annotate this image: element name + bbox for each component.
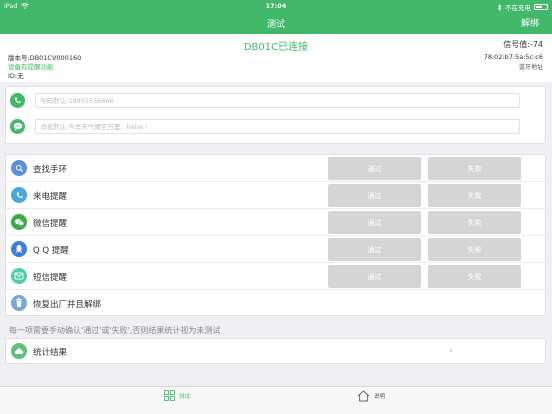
unbind-button[interactable]: 解绑 [521,16,539,29]
cloud-icon [11,343,27,359]
wechat-reminder-pass-button[interactable]: 通过 [328,211,421,234]
charging-status: 不在充电 [505,4,531,12]
status-bar: iPad 17:04 不在充电 [0,0,552,12]
test-label: 来电提醒 [33,192,68,202]
qq-reminder-pass-button[interactable]: 通过 [328,238,421,261]
wechat-icon [11,214,27,230]
signal-strength: 信号值:-74 [503,40,543,49]
test-label: Q Q 提醒 [33,246,69,256]
tab-instructions[interactable]: 说明 [357,390,385,402]
tab-label: 说明 [374,394,386,400]
qq-reminder-fail-button[interactable]: 失败 [428,238,521,261]
phone-icon [11,187,27,203]
grid-icon [164,390,175,401]
sms-icon [11,268,27,284]
test-label: 短信提醒 [33,273,68,283]
device-info-panel: DB01C已连接 版本号:DB01CV000160 设备有提醒功能 ID:无 信… [0,34,552,82]
qq-icon [11,241,27,257]
phone-icon [10,93,25,108]
test-label: 查找手环 [33,165,68,175]
message-content-input[interactable] [35,119,520,134]
tab-bar: 测试 说明 [0,386,552,414]
tab-label: 测试 [179,393,191,400]
reset-and-unbind-row[interactable]: 恢复出厂并且解绑 [6,290,545,317]
test-row-sms-reminder: 短信提醒 通过 失败 [6,263,545,290]
device-id: ID:无 [8,72,24,80]
battery-icon [534,4,548,10]
result-label: 统计结果 [33,348,68,358]
nav-bar: 测试 解绑 [0,12,552,34]
message-input-card [5,86,546,144]
test-items-card: 查找手环 通过 失败 来电提醒 通过 失败 微信提醒 通过 失败 Q Q 提醒 … [5,154,546,316]
test-row-wechat-reminder: 微信提醒 通过 失败 [6,209,545,236]
phone-row [6,89,545,113]
test-row-find-band: 查找手环 通过 失败 [6,155,545,182]
find-band-pass-button[interactable]: 通过 [328,157,421,180]
page-title: 测试 [266,20,285,30]
reset-label: 恢复出厂并且解绑 [33,300,102,310]
bluetooth-address-label: 蓝牙地址 [518,64,543,71]
test-row-call-reminder: 来电提醒 通过 失败 [6,182,545,209]
sms-reminder-pass-button[interactable]: 通过 [328,265,421,288]
connection-status: DB01C已连接 [243,42,309,53]
status-time: 17:04 [265,2,287,10]
chevron-right-icon: › [449,346,453,356]
find-band-fail-button[interactable]: 失败 [428,157,521,180]
tab-test[interactable]: 测试 [164,390,190,401]
bluetooth-icon [497,3,502,11]
bluetooth-address: 78:02:b7:5a:5c:c6 [483,53,543,61]
message-row [6,115,545,139]
manual-confirm-hint: 每一项需要手动确认'通过'或'失败',否则结果统计视为未测试 [9,326,221,335]
call-reminder-pass-button[interactable]: 通过 [328,184,421,207]
home-icon [357,390,370,402]
phone-number-input[interactable] [35,93,520,108]
call-reminder-fail-button[interactable]: 失败 [428,184,521,207]
search-icon [11,160,27,176]
wechat-reminder-fail-button[interactable]: 失败 [428,211,521,234]
statistics-result-row[interactable]: 统计结果 › [5,338,546,364]
test-label: 微信提醒 [33,219,68,229]
test-row-qq-reminder: Q Q 提醒 通过 失败 [6,236,545,263]
trash-icon [11,295,27,311]
chat-icon [10,119,25,134]
sms-reminder-fail-button[interactable]: 失败 [428,265,521,288]
